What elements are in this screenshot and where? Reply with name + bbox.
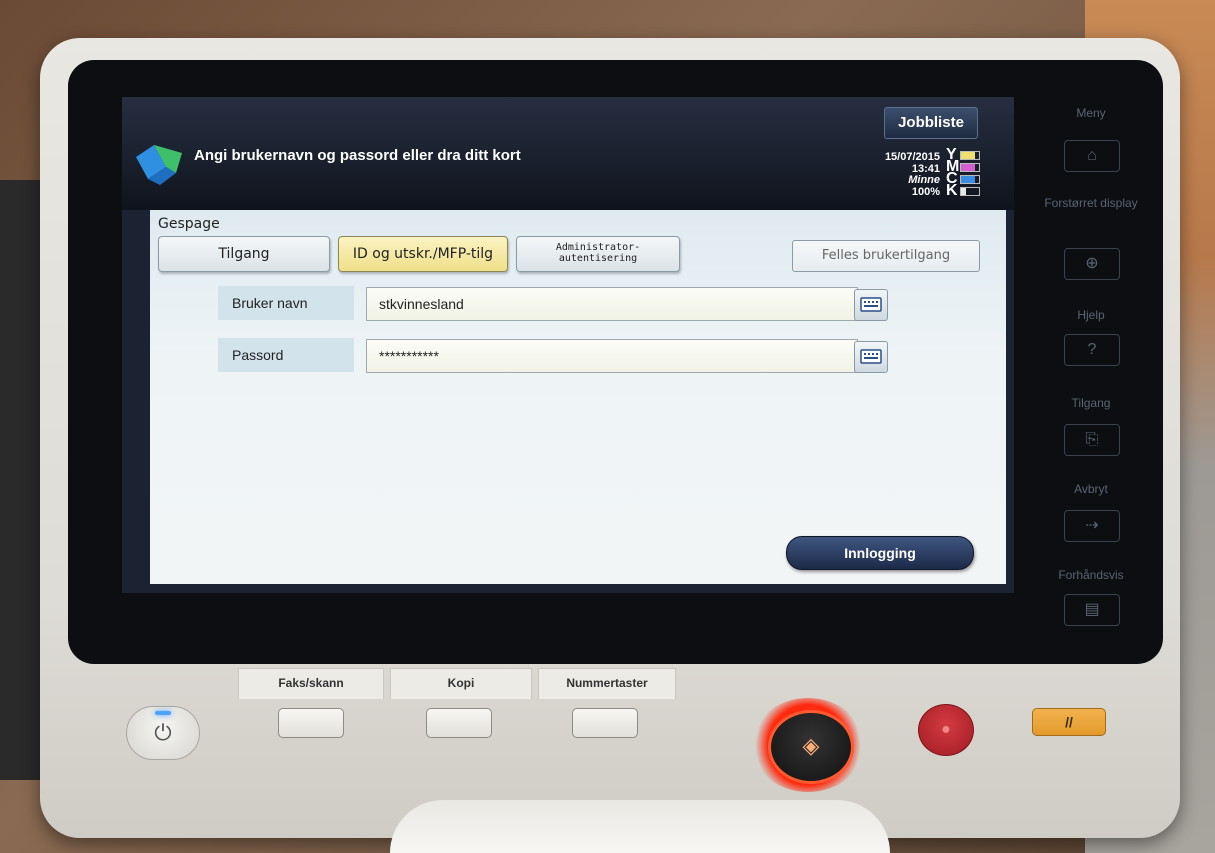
keyboard-icon [860, 297, 882, 312]
username-keyboard-button[interactable] [854, 289, 888, 321]
password-field[interactable]: *********** [366, 339, 858, 373]
keyboard-icon [860, 349, 882, 364]
fax-scan-label: Faks/skann [238, 668, 384, 699]
cancel-label: Avbryt [1074, 482, 1108, 496]
toner-fill [961, 176, 976, 183]
touch-screen: Jobbliste Angi brukernavn og passord ell… [122, 97, 1014, 593]
toner-fill [961, 152, 976, 159]
realm-label: Gespage [158, 216, 220, 232]
access-label: Tilgang [1071, 396, 1111, 410]
job-list-button[interactable]: Jobbliste [884, 107, 978, 139]
status-readout: 15/07/2015 13:41 Minne 100% [850, 151, 940, 198]
copy-label: Kopi [390, 668, 532, 699]
konica-logo-icon [136, 145, 182, 185]
reset-icon: // [1065, 714, 1073, 730]
login-instruction: Angi brukernavn og passord eller dra dit… [194, 147, 521, 164]
login-form: Gespage Tilgang ID og utskr./MFP-tilg Ad… [150, 210, 1006, 584]
status-bar: Jobbliste Angi brukernavn og passord ell… [122, 97, 1014, 210]
home-icon: ⌂ [1087, 147, 1097, 164]
password-label: Passord [218, 338, 354, 372]
toner-fill [961, 188, 967, 195]
stop-button[interactable]: ● [918, 704, 974, 756]
tab-admin-auth[interactable]: Administrator- autentisering [516, 236, 680, 272]
username-field[interactable]: stkvinnesland [366, 287, 858, 321]
copy-button[interactable] [426, 708, 492, 738]
tab-tilgang[interactable]: Tilgang [158, 236, 330, 272]
numkeys-label: Nummertaster [538, 668, 676, 699]
menu-label: Meny [1076, 106, 1106, 120]
date-text: 15/07/2015 [884, 151, 940, 163]
toner-fill [961, 164, 976, 171]
cancel-icon: ⇢ [1085, 517, 1099, 534]
question-icon: ? [1087, 341, 1097, 358]
memory-label: Minne [908, 174, 940, 186]
access-button[interactable]: ⎘ [1064, 424, 1120, 456]
stop-icon: ● [941, 721, 951, 738]
preview-label: Forhåndsvis [1058, 568, 1124, 582]
memory-value: 100% [911, 185, 940, 198]
username-label: Bruker navn [218, 286, 354, 320]
enlarge-label: Forstørret display [1044, 196, 1138, 210]
power-icon: ⏻ [154, 720, 172, 745]
fax-scan-button[interactable] [278, 708, 344, 738]
toner-letter: K [946, 182, 958, 199]
reset-button[interactable]: // [1032, 708, 1106, 736]
access-icon: ⎘ [1085, 431, 1099, 448]
help-button[interactable]: ? [1064, 334, 1120, 366]
enlarge-display-button[interactable]: ⊕ [1064, 248, 1120, 280]
tab-id-print-mfp[interactable]: ID og utskr./MFP-tilg [338, 236, 508, 272]
start-icon: ◈ [802, 733, 820, 758]
toner-row-k: K [946, 182, 986, 199]
numkeys-button[interactable] [572, 708, 638, 738]
cancel-button[interactable]: ⇢ [1064, 510, 1120, 542]
menu-button[interactable]: ⌂ [1064, 140, 1120, 172]
password-keyboard-button[interactable] [854, 341, 888, 373]
preview-button[interactable]: ▤ [1064, 594, 1120, 626]
power-led [155, 711, 171, 715]
help-label: Hjelp [1077, 308, 1105, 322]
power-button[interactable]: ⏻ [126, 706, 200, 760]
zoom-in-icon: ⊕ [1085, 255, 1099, 272]
shared-access-button[interactable]: Felles brukertilgang [792, 240, 980, 272]
start-button[interactable]: ◈ [768, 710, 854, 784]
paper-output-tray [390, 800, 890, 853]
login-button[interactable]: Innlogging [786, 536, 974, 570]
toner-levels: Y M C K [946, 146, 986, 199]
preview-icon: ▤ [1084, 601, 1100, 618]
